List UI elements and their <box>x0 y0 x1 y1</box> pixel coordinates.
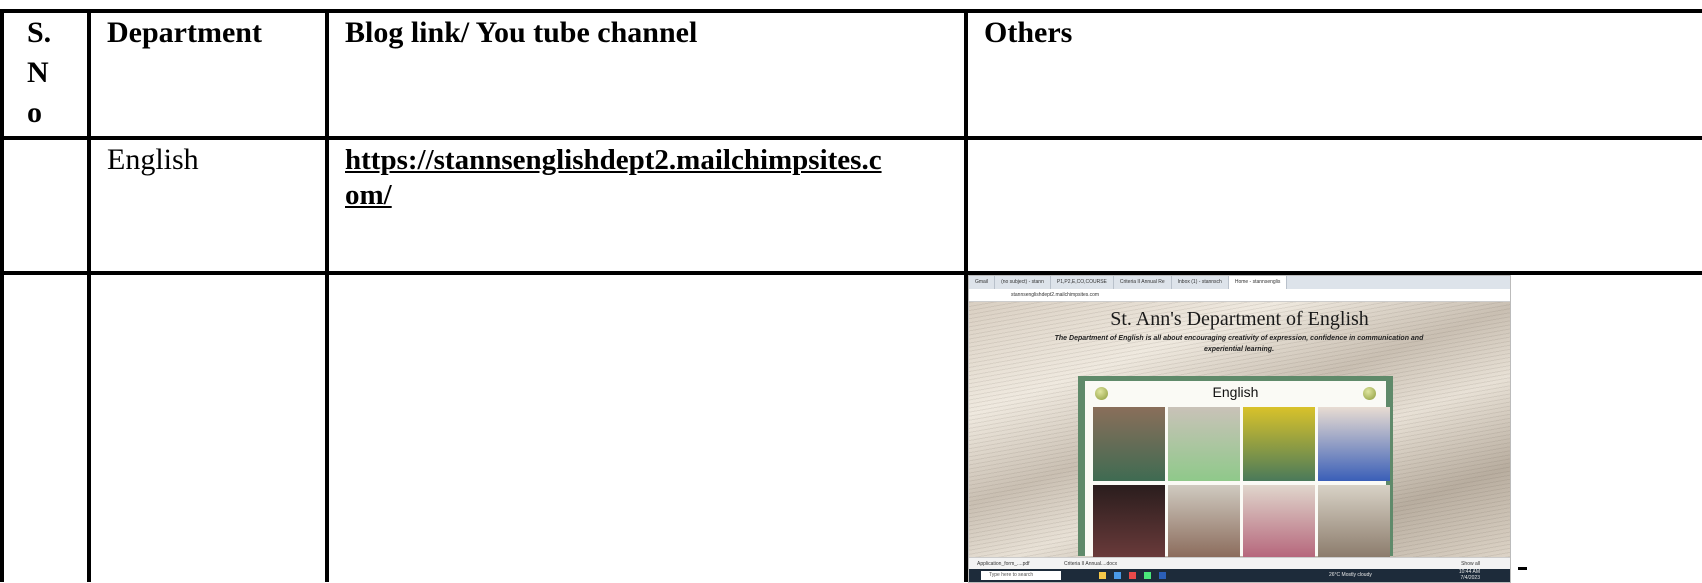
english-card: English <box>1078 376 1393 557</box>
row1-department: English <box>107 143 199 176</box>
table-rule-col1 <box>87 9 91 582</box>
faculty-photo <box>1168 407 1240 481</box>
card-title: English <box>1212 384 1259 400</box>
header-sno: S. N o <box>27 13 67 133</box>
folder-icon <box>1099 572 1106 579</box>
table-rule-header <box>0 136 1702 140</box>
browser-tab: P1,P2,E,CO,COURSE <box>1051 276 1114 289</box>
taskbar-search: Type here to search <box>981 571 1061 580</box>
edge-icon <box>1114 572 1121 579</box>
browser-tab: Gmail <box>969 276 996 289</box>
faculty-photo <box>1318 485 1390 557</box>
trailing-dash <box>1518 567 1527 570</box>
browser-tab: Criteria II Annual Re <box>1114 276 1172 289</box>
header-sno-text: S. N o <box>27 16 52 129</box>
blog-link[interactable]: https://stannsenglishdept2.mailchimpsite… <box>345 143 885 213</box>
chrome-icon <box>1144 572 1151 579</box>
date-text: 7/4/2023 <box>1460 575 1480 581</box>
faculty-photo <box>1243 485 1315 557</box>
site-title: St. Ann's Department of English <box>1110 308 1369 330</box>
browser-tab: (no subject) - stann <box>995 276 1051 289</box>
app-icon <box>1129 572 1136 579</box>
browser-tab: Inbox (1) - stannsch <box>1172 276 1229 289</box>
faculty-photo <box>1318 407 1390 481</box>
address-text: stannsenglishdept2.mailchimpsites.com <box>1011 292 1100 298</box>
website-page: St. Ann's Department of English The Depa… <box>969 302 1510 557</box>
site-tagline: The Department of English is all about e… <box>1054 335 1424 353</box>
header-others: Others <box>984 16 1073 49</box>
faculty-photo <box>1168 485 1240 557</box>
website-screenshot: Gmail (no subject) - stann P1,P2,E,CO,CO… <box>968 275 1511 583</box>
faculty-photo <box>1093 485 1165 557</box>
address-bar: stannsenglishdept2.mailchimpsites.com <box>969 289 1510 302</box>
browser-tab-strip: Gmail (no subject) - stann P1,P2,E,CO,CO… <box>969 276 1510 289</box>
weather-text: 26°C Mostly cloudy <box>1329 572 1372 578</box>
word-icon <box>1159 572 1166 579</box>
english-card-inner: English <box>1085 381 1390 557</box>
browser-tab-active: Home - stannsenglis <box>1228 276 1288 289</box>
header-blog: Blog link/ You tube channel <box>345 16 698 49</box>
faculty-photo <box>1243 407 1315 481</box>
faculty-photo <box>1093 407 1165 481</box>
header-department: Department <box>107 16 262 49</box>
table-rule-col2 <box>325 9 329 582</box>
table-rule-left <box>0 9 4 582</box>
windows-taskbar: Type here to search 26°C Mostly cloudy 1… <box>969 569 1510 582</box>
